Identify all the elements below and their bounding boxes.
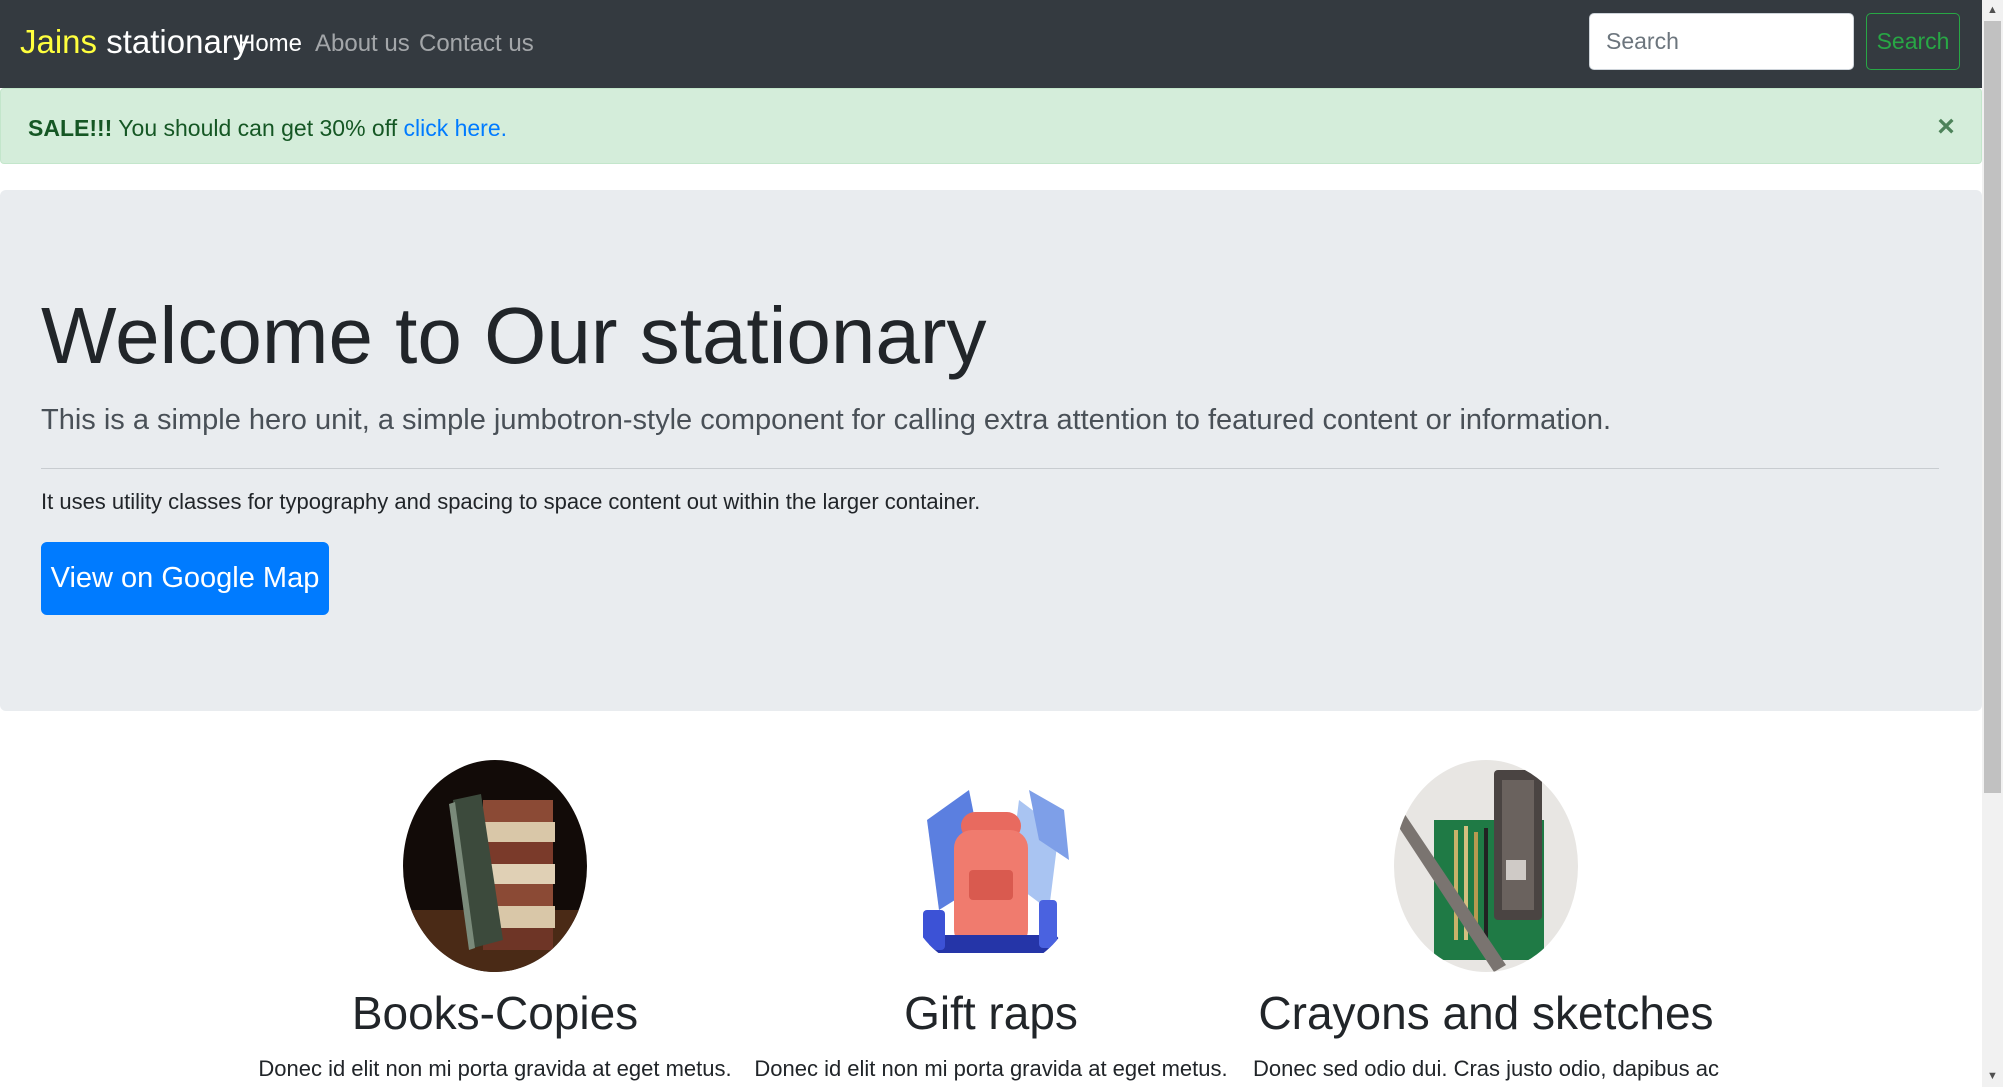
nav-link-contact-us[interactable]: Contact us [419,28,534,60]
navbar: Jains stationary Home About us Contact u… [0,0,1982,88]
backpack-illustration [899,760,1083,972]
feature-books-copies: Books-Copies Donec id elit non mi porta … [245,760,745,1084]
close-icon[interactable]: × [1931,107,1961,147]
feature-title-crayons-sketches: Crayons and sketches [1258,987,1714,1039]
hero-jumbotron: Welcome to Our stationary This is a simp… [0,190,1982,711]
search-button[interactable]: Search [1866,13,1960,70]
alert-body-text: You should can get 30% off [112,115,404,141]
crayons-image [1394,760,1578,972]
crayons-illustration [1394,760,1578,972]
feature-desc-books-copies: Donec id elit non mi porta gravida at eg… [258,1056,732,1081]
scroll-down-arrow-icon[interactable]: ▼ [1982,1066,2003,1087]
vertical-scrollbar[interactable]: ▲ ▼ [1982,0,2003,1087]
hero-divider [41,468,1939,469]
scroll-up-arrow-icon[interactable]: ▲ [1982,0,2003,21]
page: Jains stationary Home About us Contact u… [0,0,1982,1087]
scrollbar-thumb[interactable] [1984,21,2001,793]
brand-logo[interactable]: Jains stationary [20,22,249,62]
nav-link-about-us[interactable]: About us [315,28,410,60]
hero-body-text: It uses utility classes for typography a… [41,489,981,514]
feature-crayons-sketches: Crayons and sketches Donec sed odio dui.… [1236,760,1736,1084]
books-image [403,760,587,972]
hero-title: Welcome to Our stationary [41,291,987,380]
feature-desc-gift-raps: Donec id elit non mi porta gravida at eg… [754,1056,1228,1081]
brand-name-accent: Jains [20,23,98,60]
alert-link[interactable]: click here. [403,115,507,141]
feature-title-books-copies: Books-Copies [351,987,639,1039]
hero-lead: This is a simple hero unit, a simple jum… [41,404,1612,436]
alert-strong-text: SALE!!! [28,115,113,141]
books-illustration [403,760,587,972]
backpack-image [899,760,1083,972]
search-input[interactable] [1589,13,1854,70]
nav-link-home[interactable]: Home [238,28,302,60]
view-map-button[interactable]: View on Google Map [41,542,329,615]
feature-title-gift-raps: Gift raps [904,987,1078,1039]
alert-message: SALE!!! You should can get 30% off click… [28,113,507,143]
sale-alert: SALE!!! You should can get 30% off click… [0,88,1982,164]
feature-gift-raps: Gift raps Donec id elit non mi porta gra… [741,760,1241,1084]
brand-name: stationary [97,23,250,60]
feature-desc-crayons-sketches: Donec sed odio dui. Cras justo odio, dap… [1253,1056,1719,1081]
